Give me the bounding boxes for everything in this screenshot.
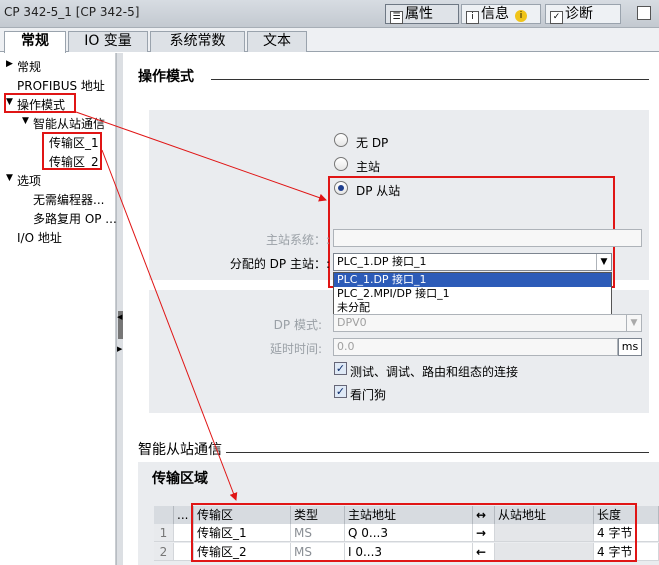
- label-dp-mode: DP 模式:: [273, 318, 322, 332]
- highlight-transfer-table: [191, 503, 637, 562]
- collapse-triangle-icon: ▼: [6, 173, 13, 183]
- checkbox-checked-icon: ✓: [334, 362, 347, 375]
- chevron-down-icon: ▼: [626, 315, 641, 331]
- tab-diagnostics[interactable]: ✓ 诊断: [545, 4, 621, 24]
- radio-button-icon: [334, 157, 348, 171]
- watchdog-unit: ms: [618, 338, 642, 356]
- tab-info[interactable]: i 信息 i: [461, 4, 541, 24]
- info-badge-icon: i: [515, 10, 527, 22]
- checkbox-checked-icon: ✓: [334, 385, 347, 398]
- sidebar-item-no-pg[interactable]: 无需编程器...: [33, 191, 104, 208]
- info-icon: i: [466, 11, 479, 24]
- properties-icon: ☰: [390, 11, 403, 24]
- splitter[interactable]: [116, 53, 123, 565]
- tab-general[interactable]: 常规: [4, 31, 66, 53]
- sidebar-item-io-address[interactable]: I/O 地址: [17, 229, 62, 246]
- tab-io-tags[interactable]: IO 变量: [68, 31, 148, 52]
- column-header-index: [154, 506, 174, 524]
- tab-properties[interactable]: ☰ 属性: [385, 4, 459, 24]
- title-bar: CP 342-5_1 [CP 342-5] ☰ 属性 i 信息 i ✓ 诊断: [0, 0, 659, 28]
- assigned-master-select[interactable]: PLC_1.DP 接口_1 ▼: [333, 253, 612, 271]
- checkbox-test-commissioning[interactable]: ✓ 测试、调试、路由和组态的连接: [334, 362, 518, 380]
- section-title-i-slave-comm: 智能从站通信: [138, 442, 222, 458]
- radio-no-dp[interactable]: 无 DP: [334, 133, 388, 151]
- highlight-operating-mode: [4, 93, 76, 113]
- expand-triangle-icon: ▶: [6, 59, 13, 69]
- section-divider: [226, 452, 649, 453]
- label-watchdog-time: 延时时间:: [269, 342, 322, 356]
- splitter-expand-icon[interactable]: ▶: [117, 345, 122, 353]
- dropdown-option-unassigned[interactable]: 未分配: [334, 301, 611, 315]
- window-title: CP 342-5_1 [CP 342-5]: [4, 5, 140, 19]
- tab-system-constants[interactable]: 系统常数: [150, 31, 245, 52]
- sidebar-item-multiplex-op[interactable]: 多路复用 OP ...: [33, 210, 117, 227]
- master-system-field: [333, 229, 642, 247]
- checkbox-watchdog[interactable]: ✓ 看门狗: [334, 385, 386, 403]
- sidebar-item-general[interactable]: ▶ 常规: [6, 58, 41, 75]
- section-divider: [211, 79, 649, 80]
- sidebar-item-i-slave-comm[interactable]: ▼ 智能从站通信: [22, 115, 105, 132]
- transfer-area-title: 传输区域: [152, 471, 208, 487]
- dropdown-option-plc1[interactable]: PLC_1.DP 接口_1: [334, 273, 611, 287]
- watchdog-time-input: 0.0: [333, 338, 618, 356]
- restore-window-button[interactable]: [637, 6, 651, 20]
- chevron-down-icon[interactable]: ▼: [596, 254, 611, 270]
- assigned-master-dropdown: PLC_1.DP 接口_1 PLC_2.MPI/DP 接口_1 未分配: [333, 272, 612, 318]
- highlight-transfer-areas: [42, 132, 102, 170]
- tab-strip: 常规 IO 变量 系统常数 文本: [0, 28, 659, 53]
- diagnostics-icon: ✓: [550, 11, 563, 24]
- label-master-system: 主站系统：:: [265, 233, 330, 247]
- sidebar-item-options[interactable]: ▼ 选项: [6, 172, 41, 189]
- dp-mode-select: DPV0 ▼: [333, 314, 642, 332]
- tab-texts[interactable]: 文本: [247, 31, 307, 52]
- splitter-collapse-icon[interactable]: ◀: [117, 313, 122, 321]
- collapse-triangle-icon: ▼: [22, 116, 29, 126]
- radio-master[interactable]: 主站: [334, 157, 380, 175]
- radio-button-icon: [334, 133, 348, 147]
- row-number: 1: [154, 524, 174, 542]
- sidebar-item-profibus-address[interactable]: PROFIBUS 地址: [17, 77, 105, 94]
- dropdown-option-plc2[interactable]: PLC_2.MPI/DP 接口_1: [334, 287, 611, 301]
- label-assigned-master: 分配的 DP 主站：:: [229, 257, 330, 271]
- section-title-operating-mode: 操作模式: [138, 69, 194, 85]
- row-number: 2: [154, 543, 174, 561]
